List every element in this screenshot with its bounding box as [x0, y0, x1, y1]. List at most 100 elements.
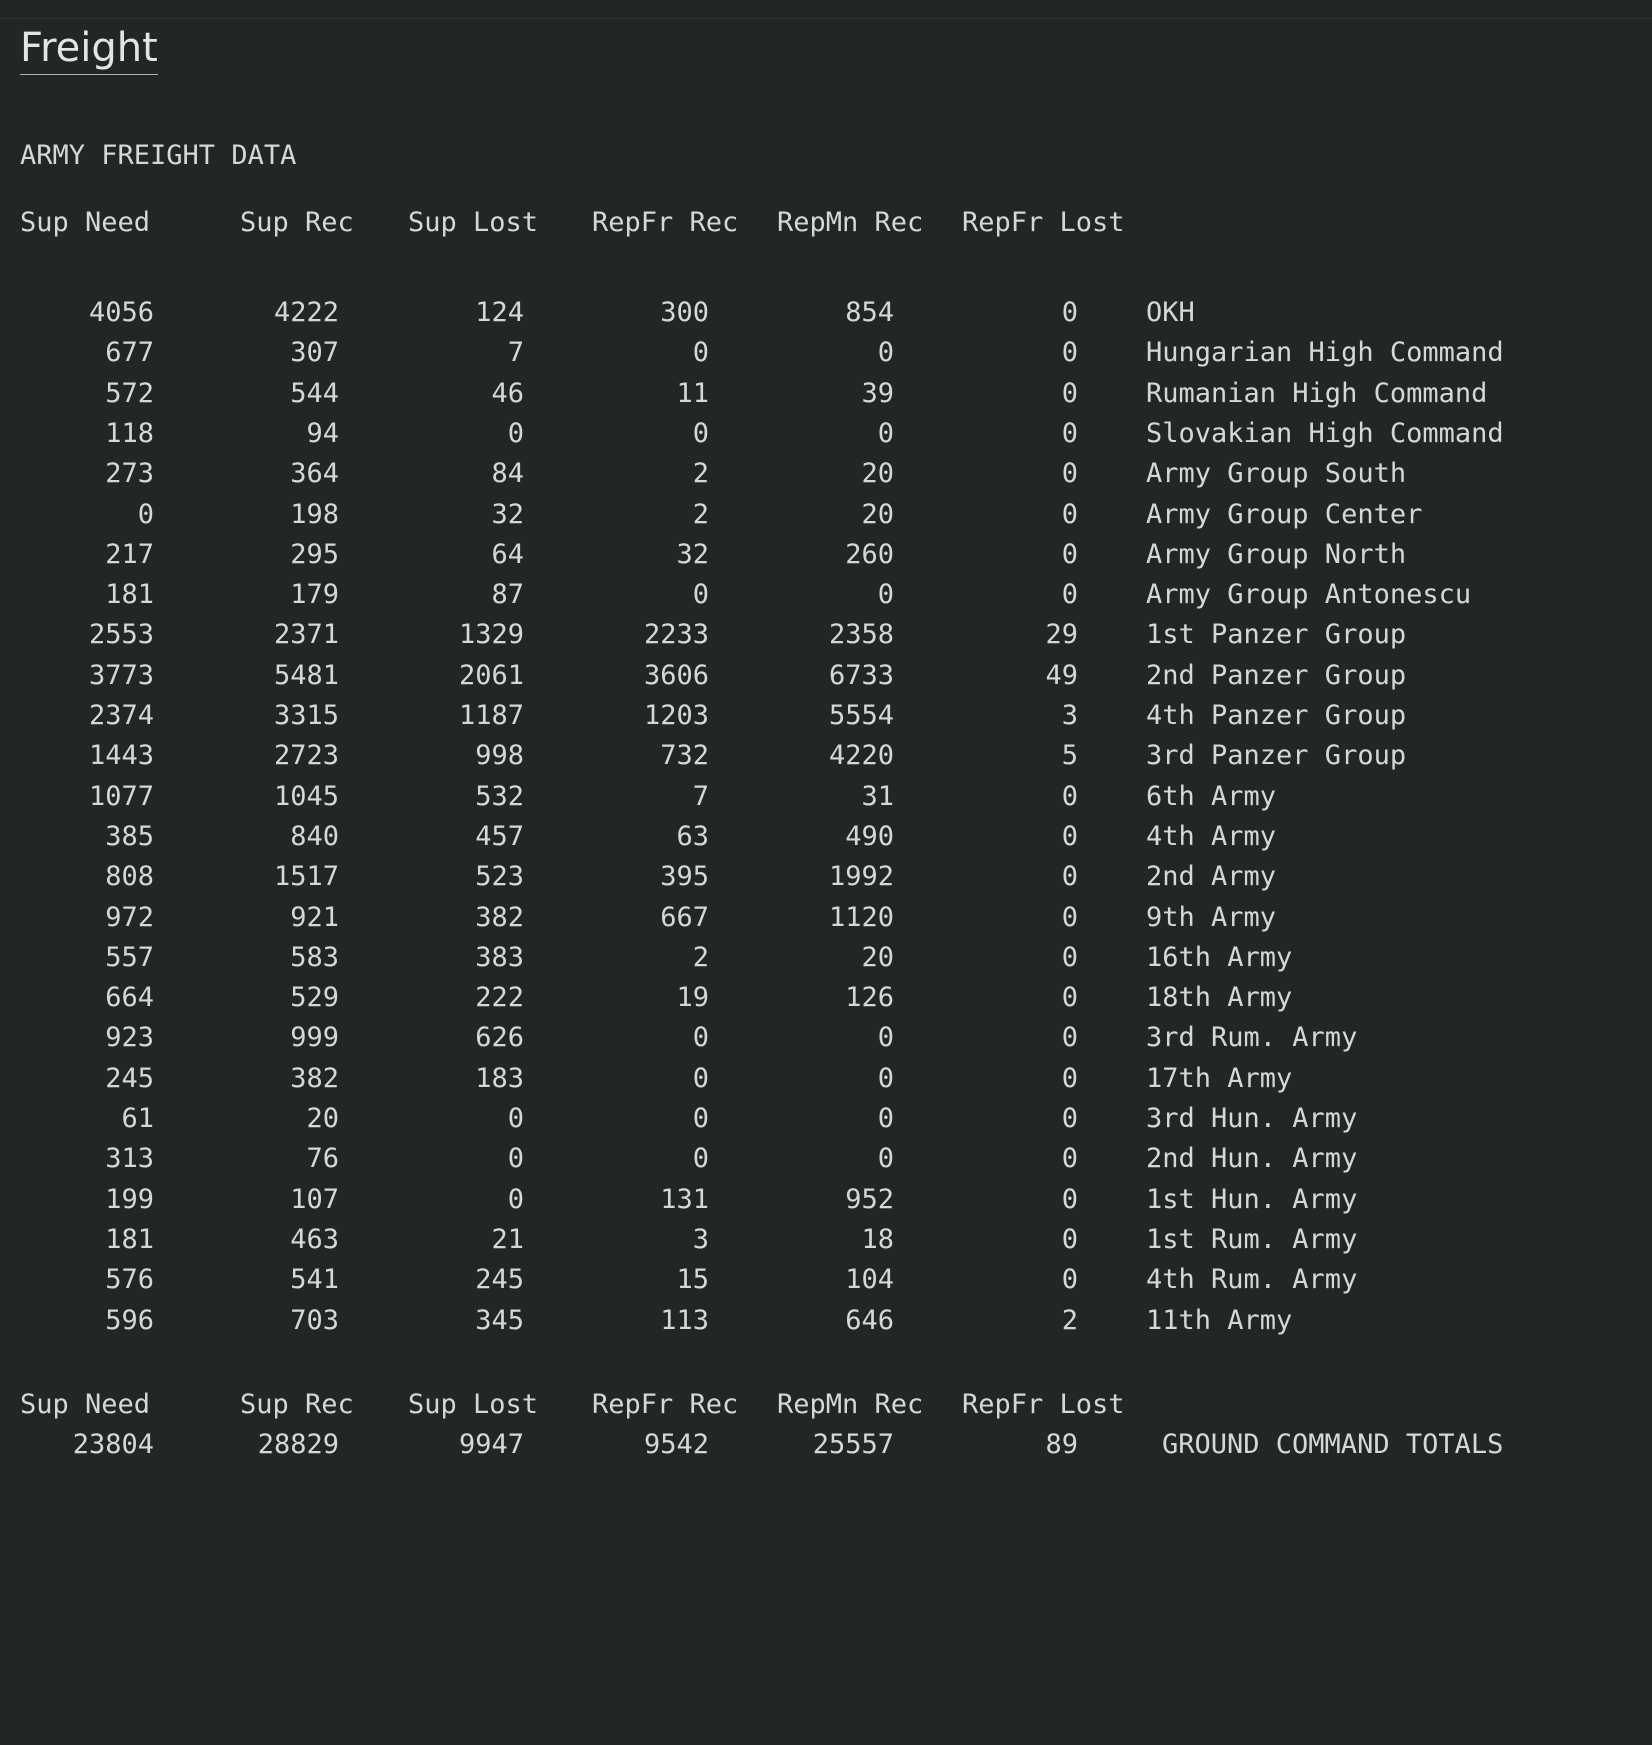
row-sup-rec: 3315 [273, 700, 339, 731]
table-row: 61 20 0 0 0 0 3rd Hun. Army [0, 1099, 1652, 1139]
table-row: 118 94 0 0 0 0 Slovakian High Command [0, 414, 1652, 454]
totals-row: 23804 28829 9947 9542 25557 89 GROUND CO… [0, 1425, 1652, 1465]
row-sup-rec: 463 [290, 1224, 339, 1255]
row-command-name: 6th Army [1146, 781, 1277, 812]
row-repmn-rec: 104 [845, 1264, 894, 1295]
table-row: 923 999 626 0 0 0 3rd Rum. Army [0, 1018, 1652, 1058]
row-command-name: Hungarian High Command [1146, 337, 1504, 368]
row-command-name: 3rd Hun. Army [1146, 1103, 1358, 1134]
row-sup-rec: 2723 [273, 740, 339, 771]
table-row: 576 541 245 15 104 0 4th Rum. Army [0, 1260, 1652, 1300]
row-sup-lost: 383 [475, 942, 524, 973]
row-sup-rec: 295 [290, 539, 339, 570]
row-repfr-lost: 0 [1061, 337, 1078, 368]
totals-sup-need: 23804 [72, 1429, 154, 1460]
table-row: 2553 2371 1329 2233 2358 29 1st Panzer Group [0, 615, 1652, 655]
row-repmn-rec: 20 [861, 458, 894, 489]
row-repfr-lost: 0 [1061, 499, 1078, 530]
row-sup-need: 972 [105, 902, 154, 933]
row-repfr-lost: 0 [1061, 458, 1078, 489]
row-repfr-rec: 131 [660, 1184, 709, 1215]
row-repmn-rec: 20 [861, 942, 894, 973]
row-repfr-rec: 1203 [643, 700, 709, 731]
row-sup-need: 4056 [88, 297, 154, 328]
row-sup-need: 385 [105, 821, 154, 852]
row-sup-lost: 523 [475, 861, 524, 892]
row-sup-lost: 2061 [458, 660, 524, 691]
row-command-name: 1st Rum. Army [1146, 1224, 1358, 1255]
row-command-name: 1st Panzer Group [1146, 619, 1407, 650]
row-repfr-rec: 2 [692, 942, 709, 973]
totals-label: GROUND COMMAND TOTALS [1162, 1429, 1504, 1460]
row-sup-lost: 382 [475, 902, 524, 933]
row-command-name: 3rd Panzer Group [1146, 740, 1407, 771]
row-sup-need: 596 [105, 1305, 154, 1336]
row-repfr-lost: 0 [1061, 1264, 1078, 1295]
row-repmn-rec: 5554 [828, 700, 894, 731]
row-sup-need: 572 [105, 378, 154, 409]
column-header-repfr-rec: RepFr Rec [592, 207, 739, 238]
row-sup-lost: 124 [475, 297, 524, 328]
row-repfr-lost: 0 [1061, 982, 1078, 1013]
table-row: 181 179 87 0 0 0 Army Group Antonescu [0, 575, 1652, 615]
row-sup-lost: 998 [475, 740, 524, 771]
row-command-name: Rumanian High Command [1146, 378, 1488, 409]
row-repmn-rec: 6733 [828, 660, 894, 691]
column-header-repfr-lost: RepFr Lost [962, 207, 1125, 238]
row-repfr-lost: 0 [1061, 579, 1078, 610]
row-sup-need: 1443 [88, 740, 154, 771]
row-sup-rec: 107 [290, 1184, 339, 1215]
totals-sup-rec: 28829 [257, 1429, 339, 1460]
row-repmn-rec: 31 [861, 781, 894, 812]
row-sup-lost: 0 [507, 1143, 524, 1174]
row-sup-rec: 307 [290, 337, 339, 368]
row-sup-need: 181 [105, 1224, 154, 1255]
section-title: ARMY FREIGHT DATA [20, 140, 297, 171]
column-header-sup-rec: Sup Rec [240, 207, 354, 238]
totals-repmn-rec: 25557 [812, 1429, 894, 1460]
row-repfr-rec: 0 [692, 418, 709, 449]
totals-repfr-rec: 9542 [643, 1429, 709, 1460]
row-sup-lost: 0 [507, 1103, 524, 1134]
row-sup-need: 808 [105, 861, 154, 892]
row-command-name: 2nd Army [1146, 861, 1277, 892]
row-sup-lost: 457 [475, 821, 524, 852]
totals-header-repfr-lost: RepFr Lost [962, 1389, 1125, 1420]
row-sup-lost: 1329 [458, 619, 524, 650]
row-command-name: 4th Army [1146, 821, 1277, 852]
row-repfr-lost: 2 [1061, 1305, 1078, 1336]
row-sup-lost: 183 [475, 1063, 524, 1094]
row-command-name: 11th Army [1146, 1305, 1293, 1336]
row-command-name: 16th Army [1146, 942, 1293, 973]
row-sup-need: 0 [137, 499, 154, 530]
row-command-name: Army Group Antonescu [1146, 579, 1472, 610]
table-row: 972 921 382 667 1120 0 9th Army [0, 898, 1652, 938]
column-header-row: Sup Need Sup Rec Sup Lost RepFr Rec RepM… [0, 203, 1652, 243]
row-repfr-lost: 0 [1061, 1224, 1078, 1255]
row-repfr-rec: 3606 [643, 660, 709, 691]
table-row: 313 76 0 0 0 0 2nd Hun. Army [0, 1139, 1652, 1179]
row-repfr-lost: 0 [1061, 1103, 1078, 1134]
row-sup-rec: 703 [290, 1305, 339, 1336]
row-repmn-rec: 1992 [828, 861, 894, 892]
row-sup-rec: 544 [290, 378, 339, 409]
row-sup-lost: 626 [475, 1022, 524, 1053]
row-command-name: 1st Hun. Army [1146, 1184, 1358, 1215]
table-row: 557 583 383 2 20 0 16th Army [0, 938, 1652, 978]
row-repfr-lost: 29 [1045, 619, 1078, 650]
row-sup-lost: 46 [491, 378, 524, 409]
row-repmn-rec: 0 [877, 579, 894, 610]
row-repmn-rec: 0 [877, 1143, 894, 1174]
row-repfr-lost: 5 [1061, 740, 1078, 771]
row-repfr-rec: 0 [692, 579, 709, 610]
row-sup-need: 1077 [88, 781, 154, 812]
row-sup-lost: 64 [491, 539, 524, 570]
table-row: 572 544 46 11 39 0 Rumanian High Command [0, 374, 1652, 414]
row-sup-rec: 2371 [273, 619, 339, 650]
row-repfr-lost: 0 [1061, 297, 1078, 328]
row-sup-rec: 5481 [273, 660, 339, 691]
row-sup-lost: 245 [475, 1264, 524, 1295]
row-repmn-rec: 20 [861, 499, 894, 530]
row-command-name: 18th Army [1146, 982, 1293, 1013]
totals-header-row: Sup Need Sup Rec Sup Lost RepFr Rec RepM… [0, 1385, 1652, 1425]
